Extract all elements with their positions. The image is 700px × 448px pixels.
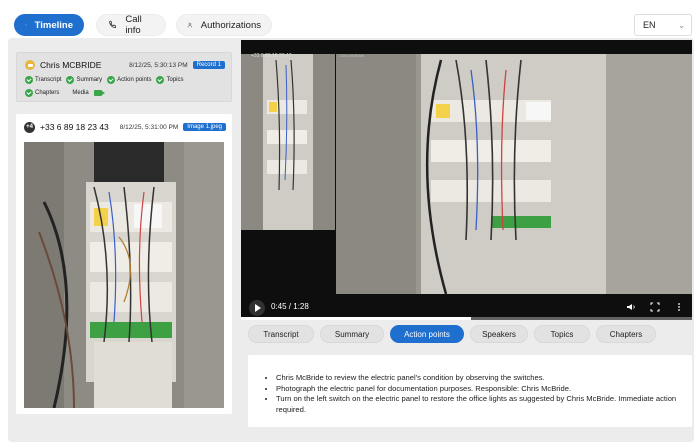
language-select[interactable]: EN ⌄ — [634, 14, 692, 36]
record-badge[interactable]: Record 1 — [192, 61, 225, 69]
content-tabs: Transcript Summary Action points Speaker… — [248, 325, 656, 343]
record-timestamp: 8/12/25, 5:30:13 PM — [129, 61, 188, 69]
chip-action-points: Action points — [107, 76, 151, 84]
action-point-item: Photograph the electric panel for docume… — [276, 384, 682, 395]
action-point-item: Chris McBride to review the electric pan… — [276, 373, 682, 384]
action-points-panel: Chris McBride to review the electric pan… — [248, 355, 692, 427]
video-progress-bar[interactable] — [241, 317, 692, 320]
tab-timeline[interactable]: Timeline — [14, 14, 84, 36]
chip-summary: Summary — [66, 76, 102, 84]
chip-chapters: Chapters — [25, 89, 59, 97]
video-camera-icon — [93, 90, 105, 96]
tab-action-points[interactable]: Action points — [390, 325, 464, 343]
phone-number: +33 6 89 18 23 43 — [40, 122, 109, 132]
record-card[interactable]: Chris MCBRIDE 8/12/25, 5:30:13 PM Record… — [16, 52, 232, 102]
electric-panel-photo[interactable] — [24, 142, 224, 408]
chip-media: Media — [72, 90, 105, 96]
tab-authorizations-label: Authorizations — [200, 19, 261, 31]
check-icon — [156, 76, 165, 84]
pip-speaker-label: Chris McBride — [339, 53, 365, 58]
check-icon — [25, 89, 33, 97]
video-progress-fill — [241, 317, 471, 320]
tab-authorizations[interactable]: Authorizations — [176, 14, 272, 36]
more-options-icon[interactable] — [674, 302, 684, 312]
timeline-icon — [25, 24, 27, 26]
video-frame — [241, 40, 692, 320]
person-icon — [187, 22, 193, 28]
chip-topics: Topics — [156, 76, 184, 84]
avatar — [25, 60, 35, 70]
tab-timeline-label: Timeline — [34, 19, 73, 31]
caller-name: Chris MCBRIDE — [40, 60, 102, 70]
tab-speakers[interactable]: Speakers — [470, 325, 528, 343]
record-chips-row2: Chapters Media — [25, 89, 105, 97]
play-icon[interactable] — [249, 300, 265, 316]
image-card[interactable]: +4 +33 6 89 18 23 43 8/12/25, 5:31:00 PM… — [16, 114, 232, 414]
video-player[interactable]: +33 6 89 18 23 47 Chris McBride 0:45 / 1… — [241, 40, 692, 320]
check-icon — [107, 76, 116, 84]
image-badge[interactable]: Image 1.jpeg — [183, 123, 226, 131]
pip-caller-label: +33 6 89 18 23 47 — [251, 53, 292, 59]
tab-call-info[interactable]: Call info — [96, 14, 166, 36]
language-value: EN — [643, 20, 656, 30]
tab-call-info-label: Call info — [125, 14, 142, 36]
chevron-down-icon: ⌄ — [678, 20, 685, 30]
tab-chapters[interactable]: Chapters — [596, 325, 656, 343]
time-display: 0:45 / 1:28 — [271, 302, 309, 311]
tab-topics[interactable]: Topics — [534, 325, 590, 343]
fullscreen-icon[interactable] — [650, 302, 660, 312]
electric-panel-image — [24, 142, 224, 408]
action-point-item: Turn on the left switch on the electric … — [276, 394, 682, 415]
chip-transcript: Transcript — [25, 76, 61, 84]
tab-transcript[interactable]: Transcript — [248, 325, 314, 343]
tab-summary[interactable]: Summary — [320, 325, 384, 343]
image-timestamp: 8/12/25, 5:31:00 PM — [119, 123, 179, 131]
volume-icon[interactable] — [626, 302, 636, 312]
record-chips-row1: Transcript Summary Action points Topics — [25, 76, 184, 84]
action-points-list: Chris McBride to review the electric pan… — [264, 373, 682, 415]
phone-avatar: +4 — [24, 121, 35, 133]
check-icon — [25, 76, 33, 84]
call-info-icon — [109, 20, 117, 28]
check-icon — [66, 76, 75, 84]
